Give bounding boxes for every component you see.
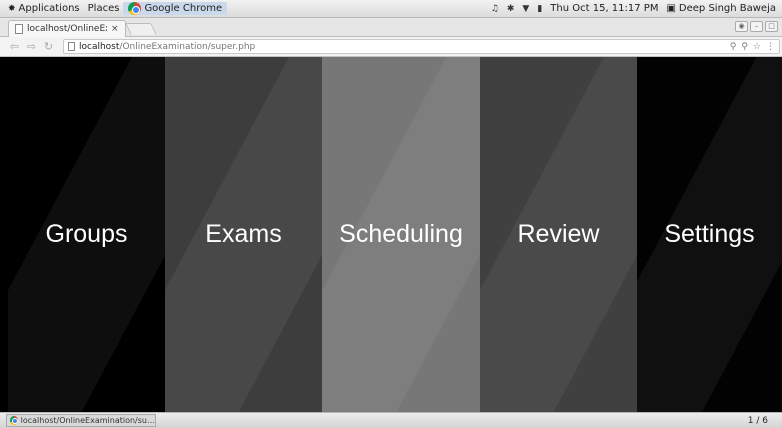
profile-icon[interactable]: ◉ [735,21,748,32]
admin-menu: Groups Exams Scheduling Review Settings [8,57,782,412]
new-tab-button[interactable] [125,23,157,35]
menu-label: Review [517,220,600,248]
extension-icon[interactable]: ⚲ [741,42,748,52]
menu-label: Exams [205,220,282,248]
window-list-bar: localhost/OnlineExamination/su… 1 / 6 [0,412,782,428]
bookmark-star-icon[interactable]: ☆ [753,42,761,52]
user-icon: ▣ [666,3,676,14]
browser-tab[interactable]: localhost/OnlineEx… × [8,20,126,37]
tab-title: localhost/OnlineEx… [27,24,107,34]
url-path: /OnlineExamination/super.php [119,41,256,52]
places-menu[interactable]: Places [84,3,124,14]
minimize-icon[interactable]: – [750,21,763,32]
back-button[interactable]: ⇦ [6,40,23,53]
browser-tab-strip: localhost/OnlineEx… × ◉ – □ [0,18,782,37]
system-top-panel: ✸ Applications Places Google Chrome ♫ ✱ … [0,0,782,18]
page-icon [15,24,23,34]
menu-label: Scheduling [339,220,463,248]
address-bar[interactable]: localhost /OnlineExamination/super.php ⚲… [63,39,780,54]
url-host: localhost [79,41,120,52]
zoom-icon[interactable]: ⚲ [730,42,737,52]
forward-button[interactable]: ⇨ [23,40,40,53]
volume-icon[interactable]: ♫ [487,4,503,14]
maximize-icon[interactable]: □ [765,21,778,32]
menu-groups[interactable]: Groups [8,57,165,412]
bluetooth-icon[interactable]: ✱ [503,4,519,14]
taskbar-window-chrome[interactable]: localhost/OnlineExamination/su… [6,414,156,427]
reload-button[interactable]: ↻ [40,40,57,53]
menu-label: Settings [664,220,755,248]
chrome-icon [10,416,18,425]
gnome-foot-icon: ✸ [8,3,16,14]
browser-toolbar: ⇦ ⇨ ↻ localhost /OnlineExamination/super… [0,37,782,57]
menu-icon[interactable]: ⋮ [766,42,775,52]
menu-scheduling[interactable]: Scheduling [322,57,480,412]
chrome-icon [128,2,142,15]
applications-menu[interactable]: ✸ Applications [4,3,84,14]
active-app-chrome[interactable]: Google Chrome [123,2,228,15]
page-icon [68,42,75,51]
menu-exams[interactable]: Exams [165,57,322,412]
window-controls: ◉ – □ [735,21,778,32]
workspace-indicator[interactable]: 1 / 6 [748,416,768,426]
menu-label: Groups [45,220,128,248]
battery-icon[interactable]: ▮ [533,4,546,14]
clock[interactable]: Thu Oct 15, 11:17 PM [546,3,662,14]
user-menu[interactable]: ▣ Deep Singh Baweja [662,3,780,14]
close-tab-icon[interactable]: × [111,24,119,34]
wifi-icon[interactable]: ▼ [518,4,533,14]
menu-settings[interactable]: Settings [637,57,782,412]
menu-review[interactable]: Review [480,57,637,412]
